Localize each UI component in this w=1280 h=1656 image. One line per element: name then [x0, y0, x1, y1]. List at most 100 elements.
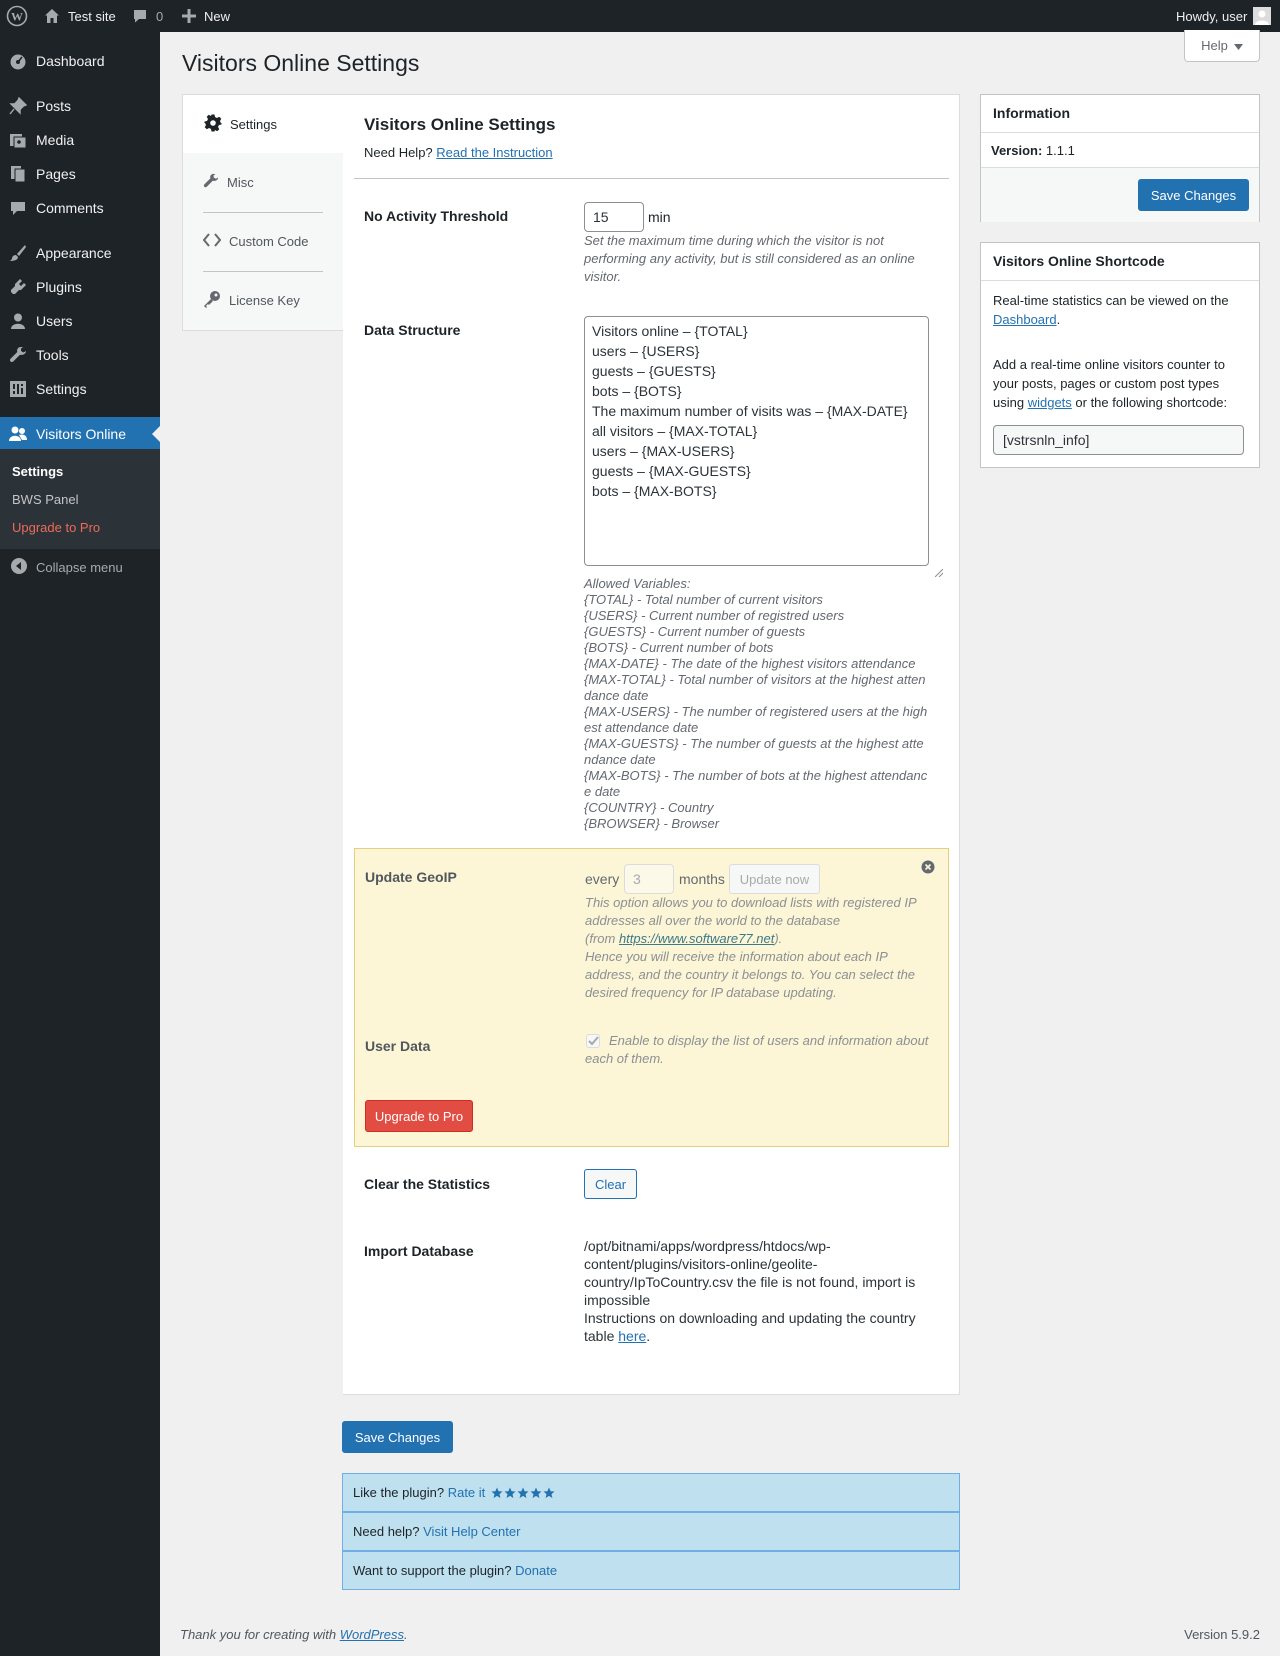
import-instructions-line: Instructions on downloading and updating…	[584, 1309, 924, 1345]
menu-label: Tools	[36, 347, 69, 363]
help-text: Need help?	[353, 1524, 420, 1539]
version-label: Version:	[991, 143, 1043, 158]
new-content-link[interactable]: New	[182, 0, 230, 32]
site-name-link[interactable]: Test site	[44, 0, 116, 32]
widgets-link[interactable]: widgets	[1028, 395, 1072, 410]
menu-item-pages[interactable]: Pages	[0, 157, 160, 191]
star-icon	[517, 1487, 529, 1498]
allowed-variable-line: ndance date	[584, 752, 656, 767]
menu-item-tools[interactable]: Tools	[0, 338, 160, 372]
no-activity-unit: min	[648, 209, 671, 225]
allowed-variable-line: {MAX-DATE} - The date of the highest vis…	[584, 656, 916, 671]
geoip-description: This option allows you to download lists…	[585, 894, 925, 1002]
allowed-variable-line: est attendance date	[584, 720, 699, 735]
allowed-variable-line: {MAX-GUESTS} - The number of guests at t…	[584, 736, 924, 751]
menu-item-settings[interactable]: Settings	[0, 372, 160, 406]
save-changes-button[interactable]: Save Changes	[342, 1421, 453, 1453]
data-structure-textarea[interactable]: Visitors online – {TOTAL} users – {USERS…	[584, 316, 929, 566]
menu-label: Posts	[36, 98, 72, 114]
geoip-from-prefix: (from	[585, 931, 619, 946]
home-icon	[44, 8, 60, 24]
import-here-link[interactable]: here	[618, 1328, 646, 1344]
key-icon	[203, 290, 221, 311]
help-center-link[interactable]: Visit Help Center	[423, 1524, 520, 1539]
donate-bar: Want to support the plugin? Donate	[342, 1551, 960, 1590]
menu-item-posts[interactable]: Posts	[0, 89, 160, 123]
resize-handle-icon[interactable]	[934, 565, 944, 580]
information-title: Information	[993, 105, 1070, 121]
allowed-variable-line: {MAX-USERS} - The number of registered u…	[584, 704, 928, 719]
clear-button[interactable]: Clear	[584, 1169, 637, 1199]
donate-text: Want to support the plugin?	[353, 1563, 512, 1578]
tab-settings[interactable]: Settings	[182, 94, 345, 153]
rating-stars[interactable]	[491, 1487, 555, 1499]
submenu-item-settings[interactable]: Settings	[12, 464, 63, 479]
submenu-item-bws-panel[interactable]: BWS Panel	[12, 492, 78, 507]
account-menu[interactable]: Howdy, user	[1176, 0, 1272, 32]
submenu-item-upgrade[interactable]: Upgrade to Pro	[12, 520, 100, 535]
admin-menu: Dashboard Posts Media Pages Comments App…	[0, 32, 160, 1656]
menu-item-users[interactable]: Users	[0, 304, 160, 338]
no-activity-input[interactable]	[584, 202, 644, 232]
allowed-variable-line: {MAX-BOTS} - The number of bots at the h…	[584, 768, 928, 783]
software77-link[interactable]: https://www.software77.net	[619, 931, 774, 946]
geoip-from-suffix: ).	[774, 931, 783, 946]
help-button[interactable]: Help	[1184, 30, 1260, 62]
tab-custom-code[interactable]: Custom Code	[202, 212, 323, 271]
shortcode-title: Visitors Online Shortcode	[993, 253, 1165, 269]
tab-label: Misc	[227, 175, 254, 190]
close-icon[interactable]	[921, 860, 935, 877]
menu-label: Media	[36, 132, 75, 148]
rate-it-link[interactable]: Rate it	[448, 1485, 486, 1500]
wordpress-link[interactable]: WordPress	[340, 1627, 404, 1642]
geoip-months-input[interactable]	[624, 864, 674, 894]
rate-text: Like the plugin?	[353, 1485, 445, 1500]
wordpress-logo-icon[interactable]: W	[6, 0, 28, 32]
wrench-icon	[203, 173, 219, 192]
panel-heading: Visitors Online Settings	[364, 115, 556, 134]
upgrade-to-pro-button[interactable]: Upgrade to Pro	[365, 1100, 473, 1132]
allowed-variable-line: {USERS} - Current number of registred us…	[584, 608, 845, 623]
comments-link[interactable]: 0	[132, 0, 163, 32]
allowed-variables: Allowed Variables: {TOTAL} - Total number…	[584, 576, 934, 832]
clear-statistics-label: Clear the Statistics	[364, 1176, 491, 1192]
tab-misc[interactable]: Misc	[203, 153, 323, 212]
import-error-message: /opt/bitnami/apps/wordpress/htdocs/wp-co…	[584, 1238, 916, 1308]
import-database-label: Import Database	[364, 1243, 474, 1259]
star-icon	[491, 1487, 503, 1498]
user-icon	[0, 312, 36, 330]
update-now-button[interactable]: Update now	[729, 864, 820, 894]
menu-item-comments[interactable]: Comments	[0, 191, 160, 225]
collapse-menu-button[interactable]: Collapse menu	[10, 557, 123, 578]
pages-icon	[0, 165, 36, 183]
footer-version: Version 5.9.2	[1184, 1627, 1260, 1642]
menu-label: Settings	[36, 381, 87, 397]
menu-label: Appearance	[36, 245, 112, 261]
rate-plugin-bar: Like the plugin? Rate it	[342, 1473, 960, 1512]
menu-item-dashboard[interactable]: Dashboard	[0, 44, 160, 78]
instruction-link[interactable]: Read the Instruction	[436, 145, 552, 160]
menu-item-plugins[interactable]: Plugins	[0, 270, 160, 304]
menu-item-appearance[interactable]: Appearance	[0, 236, 160, 270]
groups-icon	[0, 425, 36, 443]
submenu: Settings BWS Panel Upgrade to Pro	[0, 449, 160, 549]
howdy-text: Howdy, user	[1176, 8, 1248, 24]
dashboard-link[interactable]: Dashboard	[993, 312, 1057, 327]
user-data-label: User Data	[365, 1038, 431, 1054]
tab-label: Settings	[230, 116, 277, 132]
geoip-desc-1: This option allows you to download lists…	[585, 895, 917, 928]
shortcode-text-1: Real-time statistics can be viewed on th…	[993, 291, 1243, 329]
menu-item-media[interactable]: Media	[0, 123, 160, 157]
tab-license-key[interactable]: License Key	[203, 271, 323, 330]
shortcode-field[interactable]: [vstrsnln_info]	[993, 425, 1244, 455]
shortcode-box: Visitors Online Shortcode Real-time stat…	[980, 242, 1260, 468]
site-name: Test site	[68, 8, 116, 24]
allowed-variable-line: {COUNTRY} - Country	[584, 800, 714, 815]
donate-link[interactable]: Donate	[515, 1563, 557, 1578]
sidebar-save-changes-button[interactable]: Save Changes	[1138, 179, 1249, 211]
plus-icon	[182, 9, 196, 23]
menu-label: Visitors Online	[36, 426, 127, 442]
comments-count: 0	[156, 8, 164, 24]
shortcode-text-2: Add a real-time online visitors counter …	[993, 355, 1243, 412]
menu-item-visitors-online[interactable]: Visitors Online	[0, 417, 160, 451]
